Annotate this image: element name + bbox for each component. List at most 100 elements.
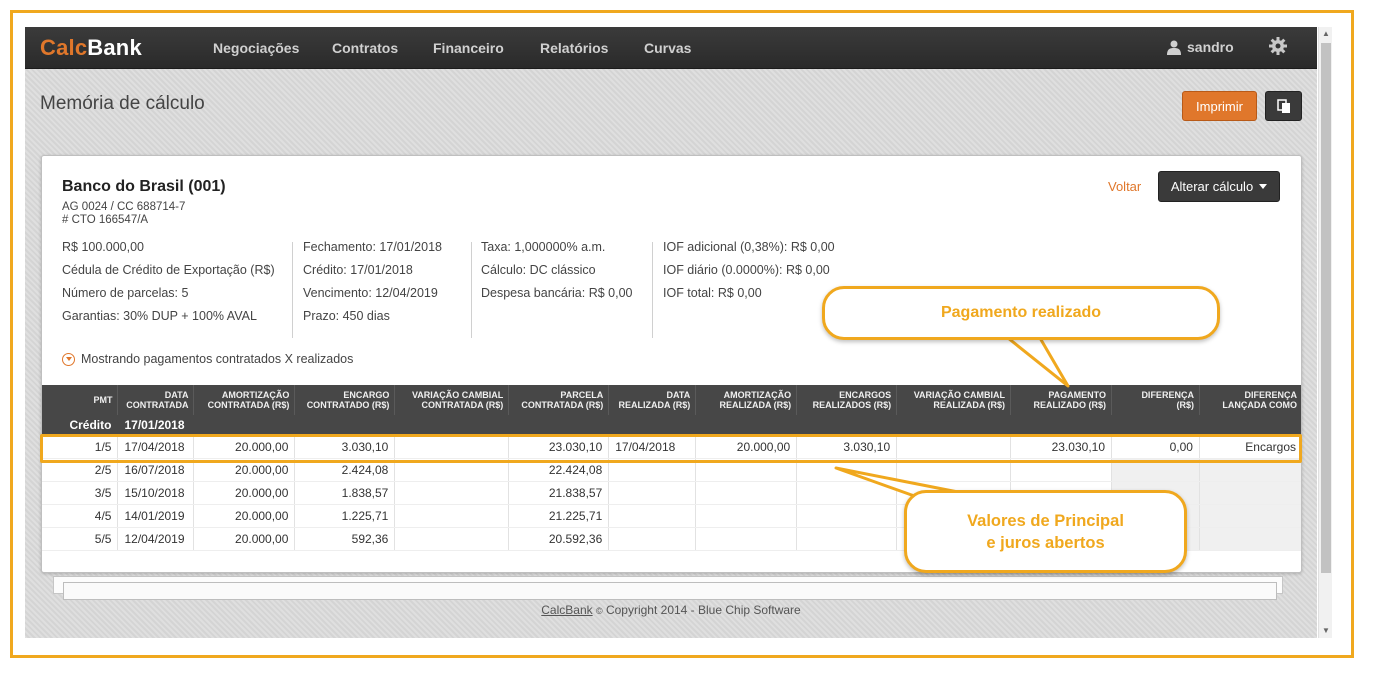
info-type: Cédula de Crédito de Exportação (R$) <box>62 263 275 277</box>
column-header-line1: ENCARGOS <box>839 390 892 400</box>
column-header-line2: CONTRATADA (R$) <box>521 400 604 410</box>
user-menu[interactable]: sandro <box>1167 39 1234 55</box>
table-header-row: PMT DATA CONTRATADA AMORTIZAÇÃO CONTRATADA (… <box>42 385 1301 415</box>
column-header-line2: (R$) <box>1176 400 1194 410</box>
print-button[interactable]: Imprimir <box>1182 91 1257 121</box>
footer-brand-link[interactable]: CalcBank <box>541 603 592 617</box>
info-iof-daily: IOF diário (0.0000%): R$ 0,00 <box>663 263 830 277</box>
divider <box>652 242 653 338</box>
chevron-circle-down-icon <box>62 352 75 366</box>
column-header: AMORTIZAÇÃO REALIZADA (R$) <box>695 385 798 415</box>
table-cell <box>796 504 898 528</box>
column-header-line1: PAGAMENTO <box>1048 390 1106 400</box>
column-header: ENCARGO CONTRATADO (R$) <box>294 385 396 415</box>
column-header-line2: REALIZADA (R$) <box>719 400 792 410</box>
column-header-line2: CONTRATADA <box>126 400 189 410</box>
divider <box>471 242 472 338</box>
info-bank-fee: Despesa bancária: R$ 0,00 <box>481 286 633 300</box>
bank-name: Banco do Brasil (001) <box>62 178 226 195</box>
table-cell <box>1199 504 1301 528</box>
column-header-line2: REALIZADA (R$) <box>618 400 691 410</box>
brand-part-calc: Calc <box>40 35 88 60</box>
info-rate: Taxa: 1,000000% a.m. <box>481 240 606 254</box>
table-cell: 1.225,71 <box>294 504 396 528</box>
copy-button[interactable] <box>1265 91 1302 121</box>
table-cell <box>1199 527 1301 551</box>
nav-negociacoes[interactable]: Negociações <box>213 40 299 56</box>
footer: CalcBank © Copyright 2014 - Blue Chip So… <box>25 603 1317 617</box>
column-header: DIFERENÇA (R$) <box>1111 385 1200 415</box>
alter-calculation-button[interactable]: Alterar cálculo <box>1158 171 1280 202</box>
nav-relatorios[interactable]: Relatórios <box>540 40 608 56</box>
column-header-line1: ENCARGO <box>343 390 390 400</box>
gear-icon[interactable] <box>1268 36 1288 56</box>
nav-curvas[interactable]: Curvas <box>644 40 691 56</box>
column-header-line1: AMORTIZAÇÃO <box>221 390 290 400</box>
callout-open-line1: Valores de Principal <box>967 511 1124 530</box>
column-header-line1: DIFERENÇA <box>1244 390 1297 400</box>
table-cell: 20.000,00 <box>193 527 296 551</box>
column-header-line1: VARIAÇÃO CAMBIAL <box>411 390 504 400</box>
column-header-line2: LANÇADA COMO <box>1222 400 1297 410</box>
info-iof-additional: IOF adicional (0,38%): R$ 0,00 <box>663 240 835 254</box>
toggle-label: Mostrando pagamentos contratados X reali… <box>81 352 354 366</box>
info-guarantees: Garantias: 30% DUP + 100% AVAL <box>62 309 257 323</box>
column-header-line2: REALIZADOS (R$) <box>812 400 892 410</box>
nav-contratos[interactable]: Contratos <box>332 40 398 56</box>
contracted-vs-realized-toggle[interactable]: Mostrando pagamentos contratados X reali… <box>62 352 353 366</box>
table-cell: 15/10/2018 <box>117 481 195 505</box>
table-cell: 20.592,36 <box>508 527 610 551</box>
paper-stack-middle <box>63 582 1277 600</box>
column-header: VARIAÇÃO CAMBIAL REALIZADA (R$) <box>896 385 1012 415</box>
column-header-line2: CONTRATADA (R$) <box>421 400 504 410</box>
table-cell: 21.225,71 <box>508 504 610 528</box>
user-icon <box>1167 40 1181 55</box>
info-maturity: Vencimento: 12/04/2019 <box>303 286 438 300</box>
column-header: DIFERENÇA LANÇADA COMO <box>1199 385 1301 415</box>
back-link[interactable]: Voltar <box>1108 179 1141 194</box>
info-column-dates: Fechamento: 17/01/2018 Crédito: 17/01/20… <box>303 240 442 332</box>
info-iof-total: IOF total: R$ 0,00 <box>663 286 762 300</box>
highlight-payment-row <box>40 434 1302 463</box>
table-cell: 5/5 <box>42 527 119 551</box>
info-amount: R$ 100.000,00 <box>62 240 145 254</box>
info-credit: Crédito: 17/01/2018 <box>303 263 413 277</box>
info-column-general: R$ 100.000,00 Cédula de Crédito de Expor… <box>62 240 275 332</box>
scroll-down-icon[interactable]: ▼ <box>1319 624 1333 638</box>
table-cell: 12/04/2019 <box>117 527 195 551</box>
user-name: sandro <box>1187 39 1234 55</box>
divider <box>292 242 293 338</box>
table-cell <box>1199 481 1301 505</box>
column-header: AMORTIZAÇÃO CONTRATADA (R$) <box>193 385 296 415</box>
table-cell: 3/5 <box>42 481 119 505</box>
scroll-up-icon[interactable]: ▲ <box>1319 27 1333 41</box>
credit-date: 17/01/2018 <box>117 415 195 436</box>
column-header: PAGAMENTO REALIZADO (R$) <box>1010 385 1112 415</box>
table-cell: 21.838,57 <box>508 481 610 505</box>
copyright-symbol: © <box>595 606 603 616</box>
brand-logo[interactable]: CalcBank <box>40 35 142 61</box>
table-cell: 14/01/2019 <box>117 504 195 528</box>
table-cell <box>394 504 510 528</box>
column-header: PMT <box>42 385 119 415</box>
table-cell <box>695 527 798 551</box>
table-cell <box>394 481 510 505</box>
table-cell <box>796 527 898 551</box>
table-cell: 20.000,00 <box>193 504 296 528</box>
info-method: Cálculo: DC clássico <box>481 263 596 277</box>
callout-payment-realized: Pagamento realizado <box>822 286 1220 340</box>
table-cell <box>394 527 510 551</box>
column-header-line2: REALIZADA (R$) <box>933 400 1006 410</box>
credit-label: Crédito <box>42 415 119 436</box>
page-title: Memória de cálculo <box>40 93 205 114</box>
column-header-line1: PARCELA <box>560 390 604 400</box>
column-header-line1: AMORTIZAÇÃO <box>723 390 792 400</box>
copy-icon <box>1276 98 1290 113</box>
scroll-thumb[interactable] <box>1321 43 1331 573</box>
info-installments: Número de parcelas: 5 <box>62 286 189 300</box>
info-closing: Fechamento: 17/01/2018 <box>303 240 442 254</box>
nav-financeiro[interactable]: Financeiro <box>433 40 504 56</box>
column-header: PARCELA CONTRATADA (R$) <box>508 385 610 415</box>
vertical-scrollbar[interactable]: ▲ ▼ <box>1318 27 1332 638</box>
table-cell <box>695 504 798 528</box>
